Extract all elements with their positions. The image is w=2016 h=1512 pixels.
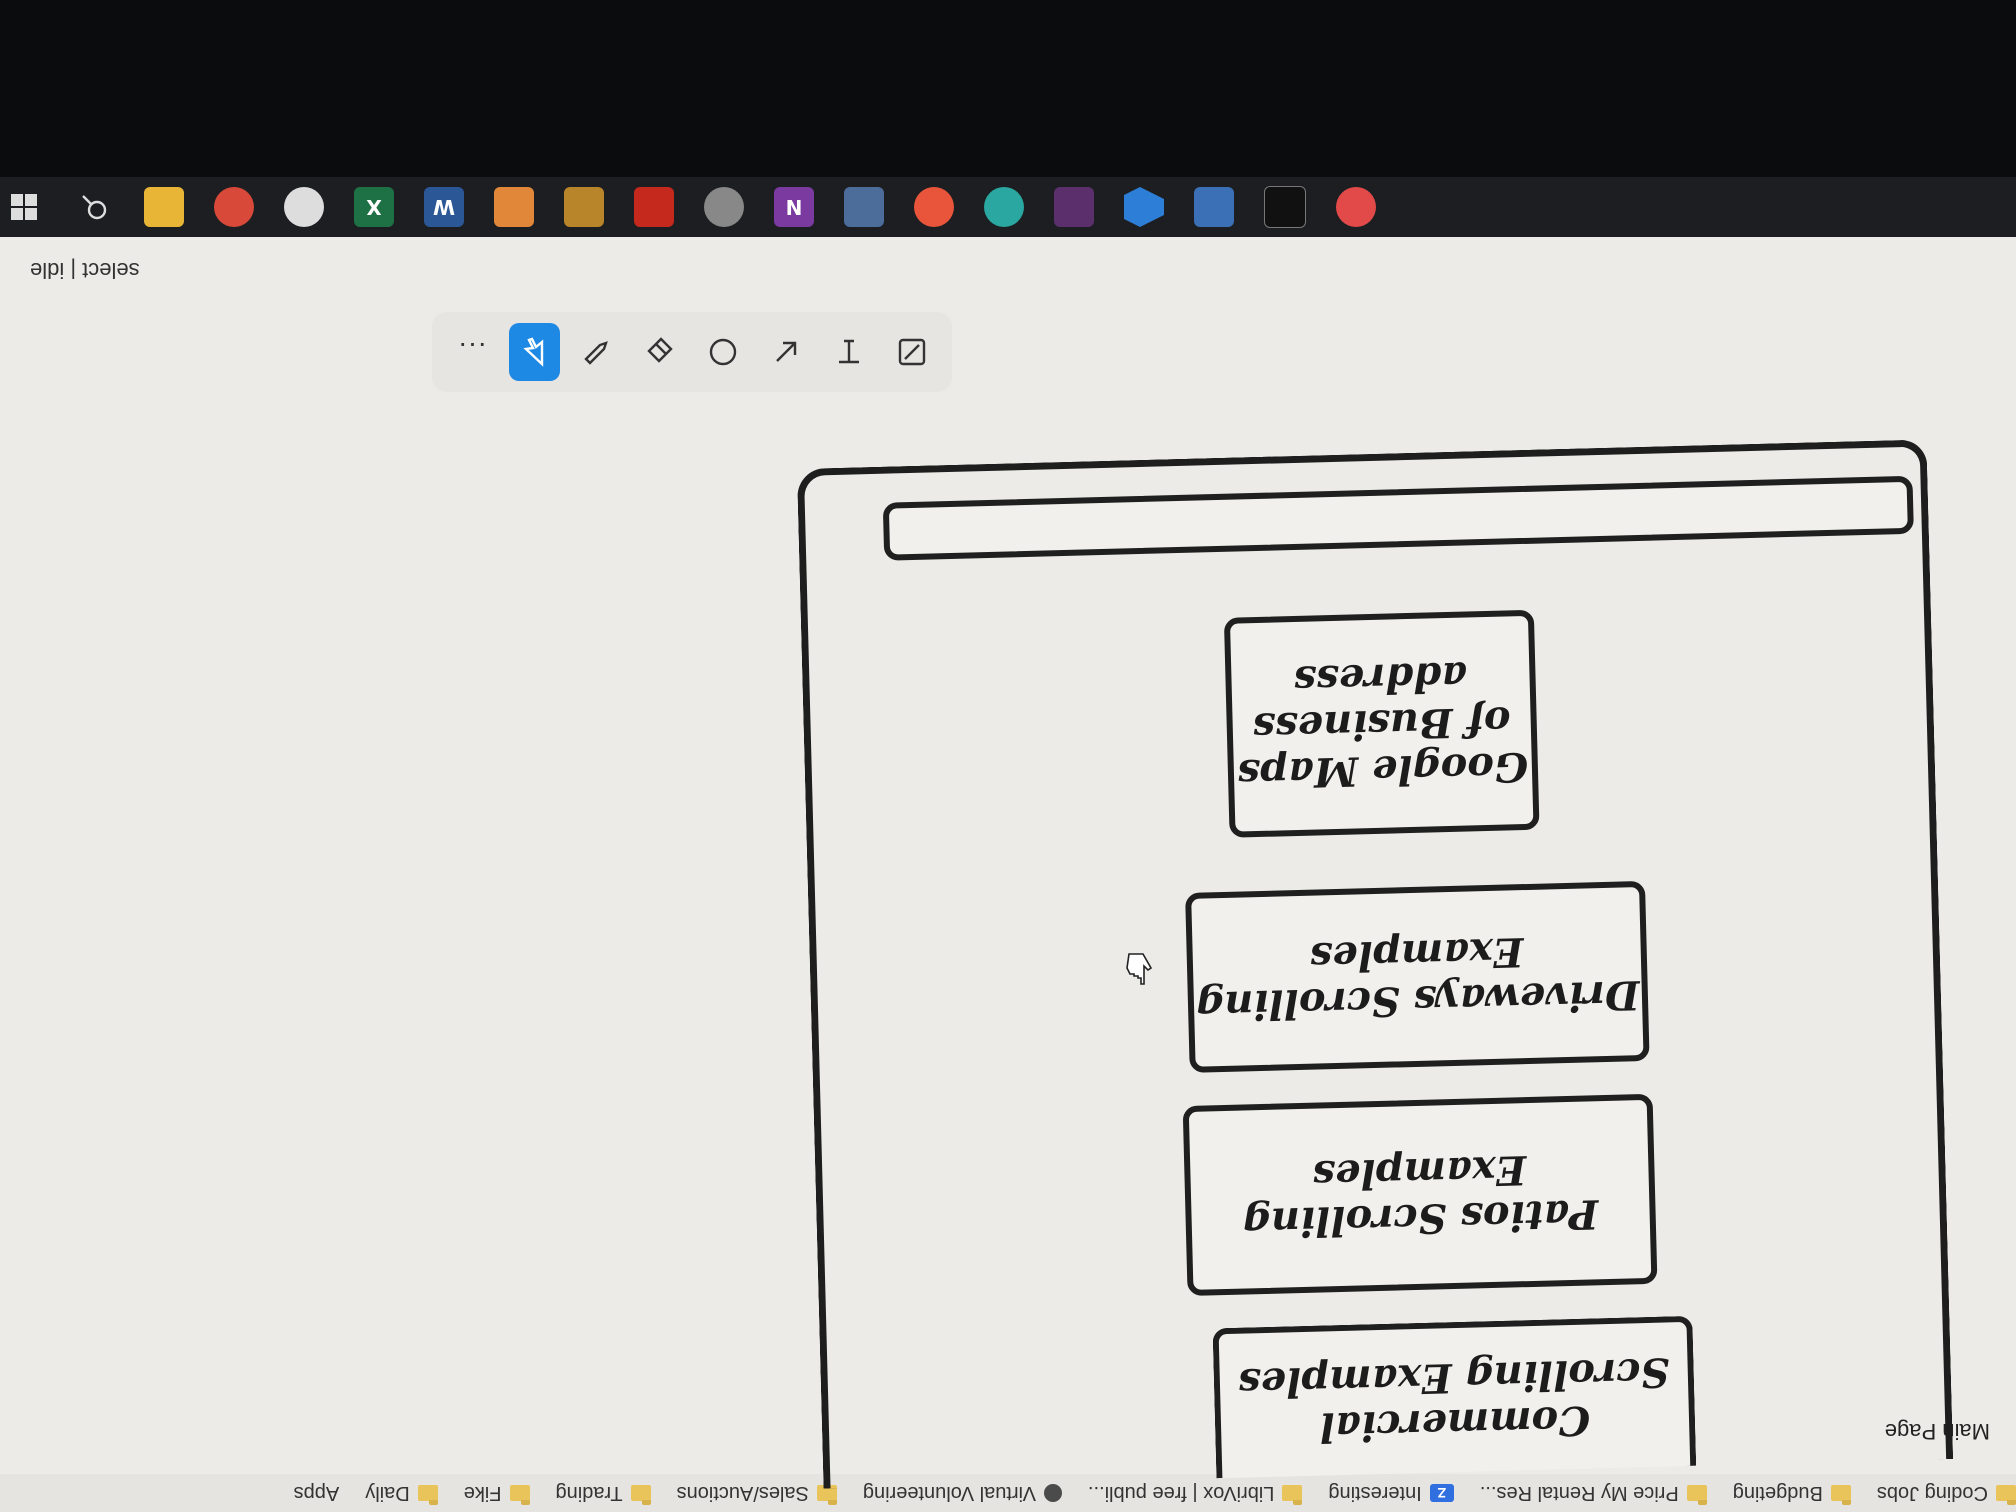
bookmark-label: Coding Jobs — [1876, 1482, 1988, 1505]
acrobat-icon[interactable] — [634, 187, 674, 227]
word-icon[interactable]: W — [424, 187, 464, 227]
eraser-icon — [647, 337, 674, 363]
onenote-label: N — [785, 195, 803, 219]
file-explorer-icon[interactable] — [144, 187, 184, 227]
card-google-maps[interactable]: Google Maps of Business address — [1223, 609, 1540, 838]
folder-icon — [417, 1485, 438, 1501]
select-tool[interactable] — [509, 323, 560, 381]
wireframe-frame[interactable]: Commercial Scrolling Examples Patios Scr… — [796, 439, 1954, 1489]
bookmark-label: Daily — [365, 1482, 410, 1505]
illustrator-icon[interactable] — [494, 187, 534, 227]
word-label: W — [432, 195, 456, 219]
bookmark-sales-auctions[interactable]: Sales/Auctions — [677, 1482, 837, 1505]
bookmark-label: Price My Rental Res... — [1479, 1482, 1679, 1505]
status-text: select | idle — [30, 258, 140, 283]
whiteboard-app: Main Page Commercial Scrolling Examples … — [0, 237, 2016, 1489]
ellipse-tool[interactable] — [698, 323, 749, 381]
hand-cursor-icon — [1126, 953, 1153, 985]
monitor-icon[interactable] — [844, 187, 884, 227]
bookmark-label: Sales/Auctions — [676, 1482, 809, 1505]
chrome-icon[interactable] — [214, 187, 254, 227]
photo-icon[interactable] — [1336, 187, 1376, 227]
sticky-icon — [899, 338, 926, 366]
bookmark-librivox[interactable]: LibriVox | free publi... — [1087, 1482, 1303, 1505]
search-icon[interactable] — [74, 187, 114, 227]
onenote-icon[interactable]: N — [774, 187, 814, 227]
bookmark-trading[interactable]: Trading — [556, 1482, 651, 1505]
bookmark-label: Trading — [555, 1482, 623, 1505]
drawing-toolbar: ... — [432, 312, 952, 392]
more-tools-button[interactable]: ... — [446, 323, 497, 381]
taskbar: N W X — [0, 177, 2016, 237]
bookmark-daily[interactable]: Daily — [365, 1482, 438, 1505]
card-label: Driveways Scrolling Examples — [1195, 928, 1641, 1030]
arrow-icon — [776, 341, 797, 362]
bookmark-coding-jobs[interactable]: Coding Jobs — [1877, 1482, 2016, 1505]
clipboard-icon[interactable] — [1194, 187, 1234, 227]
pencil-icon — [584, 341, 609, 365]
text-tool[interactable] — [824, 323, 875, 381]
vectorworks-icon[interactable] — [564, 187, 604, 227]
vscode-icon[interactable] — [1124, 187, 1164, 227]
terminal-icon[interactable] — [1264, 186, 1306, 228]
cursor-icon — [523, 337, 544, 367]
onbase-icon[interactable] — [984, 187, 1024, 227]
card-commercial[interactable]: Commercial Scrolling Examples — [1212, 1315, 1697, 1479]
sublime-icon[interactable] — [914, 187, 954, 227]
draw-tool[interactable] — [572, 323, 623, 381]
arrow-tool[interactable] — [761, 323, 812, 381]
bookmark-price-my-rental[interactable]: Price My Rental Res... — [1480, 1482, 1707, 1505]
bookmark-label: LibriVox | free publi... — [1087, 1482, 1275, 1505]
folder-icon — [1282, 1485, 1303, 1501]
folder-icon — [1830, 1485, 1851, 1501]
bookmark-label: Fike — [463, 1482, 502, 1505]
card-label: Commercial Scrolling Examples — [1237, 1348, 1671, 1451]
bookmark-budgeting[interactable]: Budgeting — [1733, 1482, 1851, 1505]
slack-icon[interactable] — [1054, 187, 1094, 227]
ellipse-icon — [710, 338, 737, 366]
card-label: Google Maps of Business address — [1236, 652, 1529, 798]
folder-icon — [1686, 1485, 1707, 1501]
folder-icon — [1996, 1485, 2016, 1501]
chrome-icon-2[interactable] — [284, 187, 324, 227]
bookmark-interesting[interactable]: Z Interesting — [1328, 1482, 1454, 1505]
card-patios[interactable]: Patios Scrolling Examples — [1182, 1093, 1658, 1297]
bookmark-label: Interesting — [1328, 1482, 1422, 1505]
card-label: Patios Scrolling Examples — [1242, 1146, 1599, 1247]
screen: Coding Jobs Budgeting Price My Rental Re… — [0, 0, 2016, 1512]
card-driveways[interactable]: Driveways Scrolling Examples — [1185, 880, 1650, 1073]
search-bar-shape[interactable] — [882, 475, 1914, 561]
excel-icon[interactable]: X — [354, 187, 394, 227]
bookmark-apps[interactable]: Apps — [294, 1482, 340, 1505]
folder-icon — [509, 1485, 530, 1501]
erase-tool[interactable] — [635, 323, 686, 381]
librivox-icon — [1043, 1484, 1062, 1502]
app-icon[interactable] — [704, 187, 744, 227]
folder-icon — [630, 1485, 651, 1501]
bookmark-label: Apps — [293, 1482, 340, 1505]
excel-label: X — [366, 195, 382, 219]
sticky-tool[interactable] — [887, 323, 938, 381]
bookmark-fike[interactable]: Fike — [464, 1482, 530, 1505]
zillow-icon: Z — [1429, 1484, 1454, 1502]
text-icon — [839, 339, 860, 364]
windows-start-icon[interactable] — [4, 187, 44, 227]
bookmark-label: Budgeting — [1732, 1482, 1823, 1505]
